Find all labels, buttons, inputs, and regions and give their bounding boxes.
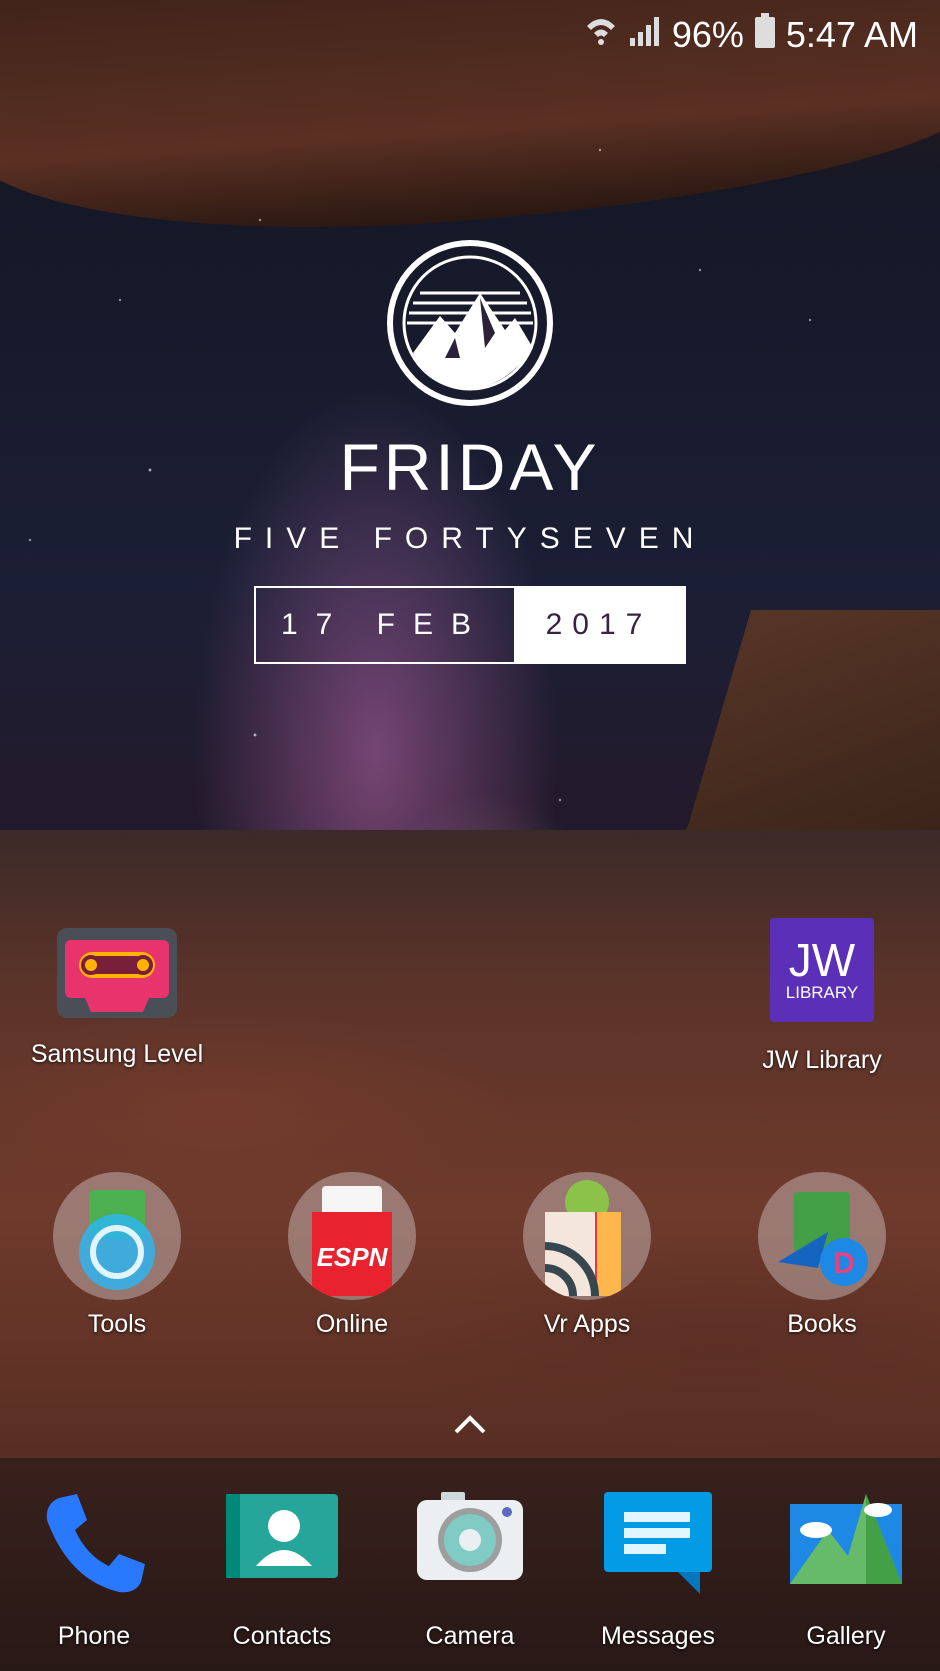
folder-online-icon: ESPN — [288, 1172, 416, 1300]
dock-label: Phone — [57, 1622, 131, 1650]
status-bar: 96% 5:47 AM — [584, 10, 918, 60]
jw-icon-subtext: LIBRARY — [785, 983, 859, 1002]
date-day-month: 17 FEB — [280, 608, 490, 641]
dock-label: Gallery — [806, 1622, 886, 1650]
folder-label: Online — [315, 1310, 389, 1338]
folder-vr-apps[interactable]: Vr Apps — [487, 1172, 687, 1339]
folder-books-icon: D — [758, 1172, 886, 1300]
dock: Phone Contacts Camera Messages Gallery — [0, 1458, 940, 1671]
phone-icon — [39, 1490, 149, 1600]
folder-books[interactable]: D Books — [722, 1172, 922, 1339]
time-words-text: FIVE FORTYSEVEN — [233, 522, 707, 555]
dock-contacts[interactable]: Contacts — [182, 1490, 382, 1651]
clock: 5:47 AM — [785, 14, 918, 55]
folder-label: Tools — [87, 1310, 147, 1338]
wifi-icon — [584, 14, 618, 57]
app-samsung-level[interactable]: Samsung Level — [17, 928, 217, 1069]
folder-label: Vr Apps — [543, 1310, 631, 1338]
folder-online[interactable]: ESPN Online — [252, 1172, 452, 1339]
dock-label: Camera — [425, 1622, 515, 1650]
app-drawer-chevron-up-icon[interactable] — [452, 1412, 488, 1436]
weekday-text: FRIDAY — [339, 430, 601, 504]
dock-phone[interactable]: Phone — [0, 1490, 194, 1651]
date-box: 17 FEB 2017 — [254, 586, 686, 664]
dock-messages[interactable]: Messages — [558, 1490, 758, 1651]
dock-camera[interactable]: Camera — [370, 1490, 570, 1651]
messages-icon — [602, 1490, 714, 1600]
dock-gallery[interactable]: Gallery — [746, 1490, 940, 1651]
gallery-icon — [788, 1490, 904, 1600]
camera-icon — [415, 1490, 525, 1600]
battery-icon — [754, 12, 776, 58]
folder-vr-apps-icon — [523, 1172, 651, 1300]
signal-icon — [628, 14, 662, 57]
cassette-icon — [57, 928, 177, 1018]
dock-label: Messages — [601, 1622, 715, 1650]
jw-icon-text: JW — [788, 934, 856, 986]
mountain-logo-icon — [385, 238, 555, 408]
app-jw-library[interactable]: JW LIBRARY JW Library — [722, 918, 922, 1075]
folder-tools[interactable]: Tools — [17, 1172, 217, 1339]
battery-percent: 96% — [671, 14, 744, 55]
jw-library-icon: JW LIBRARY — [770, 918, 874, 1022]
svg-text:ESPN: ESPN — [317, 1242, 389, 1272]
folder-tools-icon — [53, 1172, 181, 1300]
clock-widget[interactable]: FRIDAY FIVE FORTYSEVEN 17 FEB 2017 — [0, 238, 940, 664]
svg-text:D: D — [833, 1247, 855, 1280]
dock-label: Contacts — [232, 1622, 332, 1650]
app-label: JW Library — [762, 1046, 882, 1074]
date-year: 2017 — [514, 588, 684, 662]
app-label: Samsung Level — [30, 1040, 204, 1068]
contacts-icon — [224, 1490, 340, 1600]
folder-label: Books — [787, 1310, 857, 1338]
